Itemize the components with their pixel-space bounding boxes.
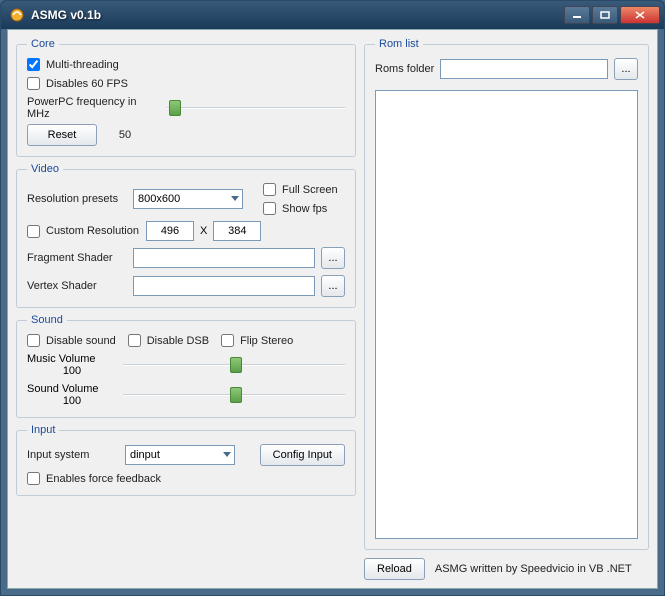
maximize-button[interactable] bbox=[592, 6, 618, 24]
fullscreen-label: Full Screen bbox=[282, 184, 338, 196]
disables-60fps-label: Disables 60 FPS bbox=[46, 78, 128, 90]
res-presets-select[interactable]: 800x600 bbox=[133, 189, 243, 209]
force-feedback-label: Enables force feedback bbox=[46, 473, 161, 485]
input-system-combo[interactable]: dinput bbox=[125, 445, 235, 465]
core-legend: Core bbox=[27, 38, 59, 50]
custom-width-input[interactable] bbox=[146, 221, 194, 241]
close-button[interactable] bbox=[620, 6, 660, 24]
music-vol-value: 100 bbox=[27, 365, 117, 377]
frag-shader-input[interactable] bbox=[133, 248, 315, 268]
freq-label: PowerPC frequency in MHz bbox=[27, 96, 159, 120]
input-system-select[interactable]: dinput bbox=[125, 445, 235, 465]
custom-res-checkbox[interactable] bbox=[27, 225, 40, 238]
titlebar: ASMG v0.1b bbox=[1, 1, 664, 29]
vert-shader-label: Vertex Shader bbox=[27, 280, 127, 292]
flip-stereo-label: Flip Stereo bbox=[240, 335, 293, 347]
force-feedback-checkbox[interactable] bbox=[27, 472, 40, 485]
multi-threading-label: Multi-threading bbox=[46, 59, 119, 71]
footer-text: ASMG written by Speedvicio in VB .NET bbox=[435, 563, 632, 575]
music-vol-slider[interactable] bbox=[123, 355, 345, 375]
app-icon bbox=[9, 7, 25, 23]
roms-folder-browse-button[interactable]: ... bbox=[614, 58, 638, 80]
fullscreen-checkbox[interactable] bbox=[263, 183, 276, 196]
roms-folder-input[interactable] bbox=[440, 59, 608, 79]
romlist-legend: Rom list bbox=[375, 38, 423, 50]
multi-threading-checkbox[interactable] bbox=[27, 58, 40, 71]
freq-value: 50 bbox=[105, 129, 145, 141]
sound-vol-label: Sound Volume bbox=[27, 383, 117, 395]
custom-height-input[interactable] bbox=[213, 221, 261, 241]
disables-60fps-checkbox[interactable] bbox=[27, 77, 40, 90]
flip-stereo-checkbox[interactable] bbox=[221, 334, 234, 347]
sound-vol-value: 100 bbox=[27, 395, 117, 407]
video-legend: Video bbox=[27, 163, 63, 175]
disable-sound-checkbox[interactable] bbox=[27, 334, 40, 347]
res-presets-combo[interactable]: 800x600 bbox=[133, 189, 243, 209]
freq-slider[interactable] bbox=[167, 98, 345, 118]
sound-legend: Sound bbox=[27, 314, 67, 326]
vert-shader-browse-button[interactable]: ... bbox=[321, 275, 345, 297]
sound-group: Sound Disable sound Disable DSB Flip Ste… bbox=[16, 314, 356, 418]
core-group: Core Multi-threading Disables 60 FPS Pow… bbox=[16, 38, 356, 157]
input-system-label: Input system bbox=[27, 449, 117, 461]
showfps-checkbox[interactable] bbox=[263, 202, 276, 215]
romlist-group: Rom list Roms folder ... bbox=[364, 38, 649, 550]
input-group: Input Input system dinput Config Input E… bbox=[16, 424, 356, 496]
custom-res-sep: X bbox=[200, 225, 207, 237]
disable-sound-label: Disable sound bbox=[46, 335, 116, 347]
reset-button[interactable]: Reset bbox=[27, 124, 97, 146]
config-input-button[interactable]: Config Input bbox=[260, 444, 345, 466]
vert-shader-input[interactable] bbox=[133, 276, 315, 296]
disable-dsb-label: Disable DSB bbox=[147, 335, 209, 347]
window-title: ASMG v0.1b bbox=[31, 8, 564, 22]
minimize-button[interactable] bbox=[564, 6, 590, 24]
sound-vol-slider[interactable] bbox=[123, 385, 345, 405]
rom-listbox[interactable] bbox=[375, 90, 638, 539]
input-legend: Input bbox=[27, 424, 59, 436]
custom-res-label: Custom Resolution bbox=[46, 225, 140, 237]
showfps-label: Show fps bbox=[282, 203, 327, 215]
disable-dsb-checkbox[interactable] bbox=[128, 334, 141, 347]
roms-folder-label: Roms folder bbox=[375, 63, 434, 75]
video-group: Video Resolution presets 800x600 Full Sc… bbox=[16, 163, 356, 308]
res-presets-label: Resolution presets bbox=[27, 193, 127, 205]
frag-shader-label: Fragment Shader bbox=[27, 252, 127, 264]
reload-button[interactable]: Reload bbox=[364, 558, 425, 580]
frag-shader-browse-button[interactable]: ... bbox=[321, 247, 345, 269]
music-vol-label: Music Volume bbox=[27, 353, 117, 365]
